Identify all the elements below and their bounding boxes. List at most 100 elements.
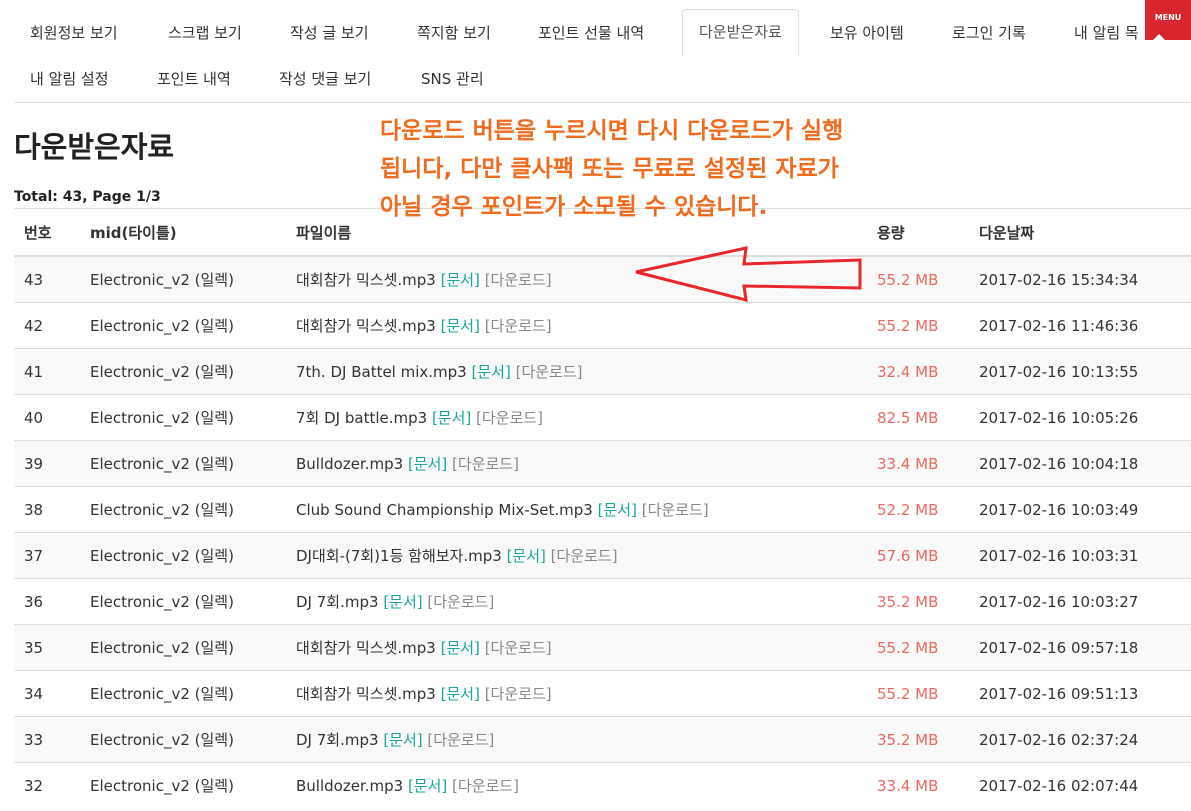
row-mid: Electronic_v2 (일렉) bbox=[80, 348, 286, 395]
row-file: 대회참가 믹스셋.mp3 [문서] [다운로드] bbox=[286, 302, 867, 349]
document-link[interactable]: [문서] bbox=[408, 777, 447, 795]
tab-sns[interactable]: SNS 관리 bbox=[405, 57, 500, 101]
document-link[interactable]: [문서] bbox=[383, 731, 422, 749]
download-link[interactable]: [다운로드] bbox=[485, 317, 552, 335]
header-date: 다운날짜 bbox=[969, 208, 1191, 257]
row-file: 7회 DJ battle.mp3 [문서] [다운로드] bbox=[286, 394, 867, 441]
row-date: 2017-02-16 11:46:36 bbox=[969, 302, 1191, 349]
row-size: 35.2 MB bbox=[867, 578, 969, 625]
download-link[interactable]: [다운로드] bbox=[427, 593, 494, 611]
tab-my-posts[interactable]: 작성 글 보기 bbox=[274, 11, 385, 55]
row-no: 40 bbox=[14, 394, 80, 441]
file-name: 대회참가 믹스셋.mp3 bbox=[296, 317, 436, 335]
row-mid: Electronic_v2 (일렉) bbox=[80, 624, 286, 671]
file-name: 대회참가 믹스셋.mp3 bbox=[296, 639, 436, 657]
row-mid: Electronic_v2 (일렉) bbox=[80, 762, 286, 808]
download-link[interactable]: [다운로드] bbox=[551, 547, 618, 565]
notice-line: 다운로드 버튼을 누르시면 다시 다운로드가 실행 bbox=[380, 118, 844, 144]
document-link[interactable]: [문서] bbox=[472, 363, 511, 381]
file-name: 대회참가 믹스셋.mp3 bbox=[296, 685, 436, 703]
row-mid: Electronic_v2 (일렉) bbox=[80, 255, 286, 303]
row-file: Bulldozer.mp3 [문서] [다운로드] bbox=[286, 440, 867, 487]
row-size: 35.2 MB bbox=[867, 716, 969, 763]
row-mid: Electronic_v2 (일렉) bbox=[80, 394, 286, 441]
row-date: 2017-02-16 10:03:27 bbox=[969, 578, 1191, 625]
file-name: 7회 DJ battle.mp3 bbox=[296, 409, 428, 427]
tab-point-gift[interactable]: 포인트 선물 내역 bbox=[522, 11, 660, 55]
menu-ribbon-button[interactable]: MENU bbox=[1145, 0, 1191, 40]
row-mid: Electronic_v2 (일렉) bbox=[80, 716, 286, 763]
row-no: 42 bbox=[14, 302, 80, 349]
table-row: 36 Electronic_v2 (일렉) DJ 7회.mp3 [문서] [다운로드… bbox=[14, 578, 1191, 625]
document-link[interactable]: [문서] bbox=[507, 547, 546, 565]
document-link[interactable]: [문서] bbox=[441, 685, 480, 703]
table-row: 33 Electronic_v2 (일렉) DJ 7회.mp3 [문서] [다운로드… bbox=[14, 716, 1191, 763]
file-name: 7th. DJ Battel mix.mp3 bbox=[296, 363, 467, 381]
tab-messages[interactable]: 쪽지함 보기 bbox=[401, 11, 507, 55]
total-count: Total: 43, Page 1/3 bbox=[14, 189, 161, 205]
download-link[interactable]: [다운로드] bbox=[485, 271, 552, 289]
header-no: 번호 bbox=[14, 208, 80, 257]
row-date: 2017-02-16 10:13:55 bbox=[969, 348, 1191, 395]
tab-notification-settings[interactable]: 내 알림 설정 bbox=[14, 57, 125, 101]
tab-point-history[interactable]: 포인트 내역 bbox=[141, 57, 247, 101]
document-link[interactable]: [문서] bbox=[432, 409, 471, 427]
notice-line: 됩니다, 다만 클사팩 또는 무료로 설정된 자료가 bbox=[380, 156, 839, 182]
row-size: 57.6 MB bbox=[867, 532, 969, 579]
notice-line: 아닐 경우 포인트가 소모될 수 있습니다. bbox=[380, 194, 768, 220]
file-name: DJ대회-(7회)1등 함해보자.mp3 bbox=[296, 547, 502, 565]
tab-member-info[interactable]: 회원정보 보기 bbox=[14, 11, 134, 55]
row-file: DJ 7회.mp3 [문서] [다운로드] bbox=[286, 578, 867, 625]
row-mid: Electronic_v2 (일렉) bbox=[80, 302, 286, 349]
row-size: 55.2 MB bbox=[867, 255, 969, 303]
table-row: 32 Electronic_v2 (일렉) Bulldozer.mp3 [문서] [… bbox=[14, 762, 1191, 808]
left-arrow-annotation bbox=[635, 246, 862, 303]
document-link[interactable]: [문서] bbox=[383, 593, 422, 611]
tab-notifications[interactable]: 내 알림 목 bbox=[1058, 11, 1155, 55]
row-date: 2017-02-16 15:34:34 bbox=[969, 255, 1191, 303]
table-row: 39 Electronic_v2 (일렉) Bulldozer.mp3 [문서] [… bbox=[14, 440, 1191, 487]
file-name: 대회참가 믹스셋.mp3 bbox=[296, 271, 436, 289]
row-file: 7th. DJ Battel mix.mp3 [문서] [다운로드] bbox=[286, 348, 867, 395]
table-row: 42 Electronic_v2 (일렉) 대회참가 믹스셋.mp3 [문서] [다… bbox=[14, 302, 1191, 349]
document-link[interactable]: [문서] bbox=[441, 639, 480, 657]
tab-my-comments[interactable]: 작성 댓글 보기 bbox=[263, 57, 387, 101]
tab-login-log[interactable]: 로그인 기록 bbox=[936, 11, 1042, 55]
row-no: 37 bbox=[14, 532, 80, 579]
row-size: 32.4 MB bbox=[867, 348, 969, 395]
download-link[interactable]: [다운로드] bbox=[485, 685, 552, 703]
row-no: 39 bbox=[14, 440, 80, 487]
download-link[interactable]: [다운로드] bbox=[476, 409, 543, 427]
table-row: 38 Electronic_v2 (일렉) Club Sound Champions… bbox=[14, 486, 1191, 533]
download-notice: 다운로드 버튼을 누르시면 다시 다운로드가 실행 됩니다, 다만 클사팩 또는… bbox=[380, 112, 940, 226]
document-link[interactable]: [문서] bbox=[441, 317, 480, 335]
row-no: 34 bbox=[14, 670, 80, 717]
document-link[interactable]: [문서] bbox=[441, 271, 480, 289]
tab-downloads[interactable]: 다운받은자료 bbox=[682, 9, 799, 56]
row-date: 2017-02-16 10:04:18 bbox=[969, 440, 1191, 487]
row-date: 2017-02-16 09:57:18 bbox=[969, 624, 1191, 671]
download-link[interactable]: [다운로드] bbox=[516, 363, 583, 381]
row-date: 2017-02-16 10:03:31 bbox=[969, 532, 1191, 579]
file-name: Club Sound Championship Mix-Set.mp3 bbox=[296, 501, 593, 519]
row-date: 2017-02-16 09:51:13 bbox=[969, 670, 1191, 717]
download-link[interactable]: [다운로드] bbox=[452, 455, 519, 473]
row-file: Bulldozer.mp3 [문서] [다운로드] bbox=[286, 762, 867, 808]
download-link[interactable]: [다운로드] bbox=[642, 501, 709, 519]
download-link[interactable]: [다운로드] bbox=[427, 731, 494, 749]
row-no: 43 bbox=[14, 255, 80, 303]
table-row: 40 Electronic_v2 (일렉) 7회 DJ battle.mp3 [문서… bbox=[14, 394, 1191, 441]
table-row: 41 Electronic_v2 (일렉) 7th. DJ Battel mix.m… bbox=[14, 348, 1191, 395]
row-date: 2017-02-16 10:03:49 bbox=[969, 486, 1191, 533]
row-no: 41 bbox=[14, 348, 80, 395]
page-title: 다운받은자료 bbox=[14, 130, 175, 164]
download-link[interactable]: [다운로드] bbox=[452, 777, 519, 795]
table-row: 34 Electronic_v2 (일렉) 대회참가 믹스셋.mp3 [문서] [다… bbox=[14, 670, 1191, 717]
tab-items[interactable]: 보유 아이템 bbox=[814, 11, 920, 55]
download-link[interactable]: [다운로드] bbox=[485, 639, 552, 657]
tab-scrap[interactable]: 스크랩 보기 bbox=[152, 11, 258, 55]
row-size: 33.4 MB bbox=[867, 762, 969, 808]
row-size: 82.5 MB bbox=[867, 394, 969, 441]
document-link[interactable]: [문서] bbox=[408, 455, 447, 473]
document-link[interactable]: [문서] bbox=[598, 501, 637, 519]
